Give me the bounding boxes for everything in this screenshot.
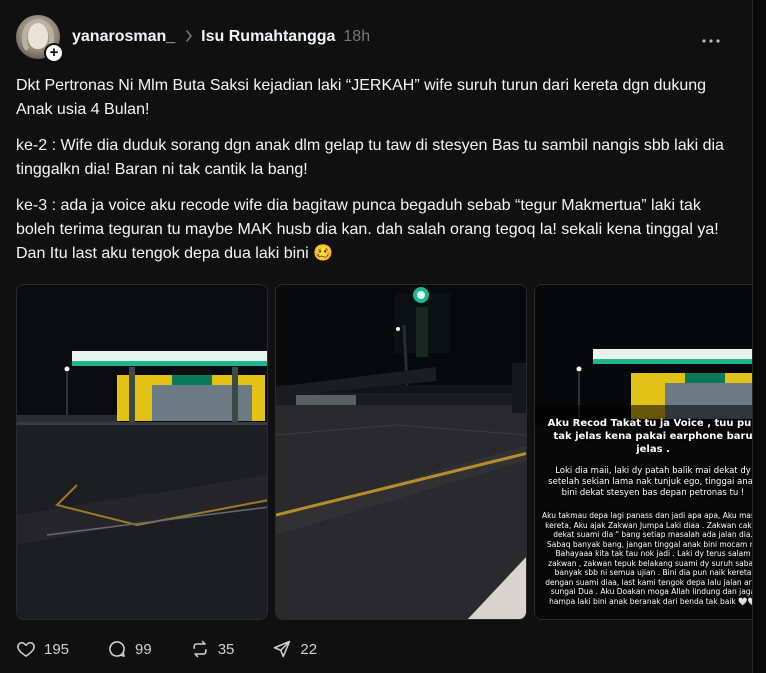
post-time: 18h xyxy=(343,28,371,45)
overlay-paragraph-2: Aku takmau depa lagi panass dan jadi apa… xyxy=(542,511,752,606)
post-header: + yanarosman_ Isu Rumahtangga 18h xyxy=(16,14,736,63)
comment-button[interactable]: 99 xyxy=(107,639,152,659)
like-count: 195 xyxy=(44,640,70,658)
overlay-heading: Aku Recod Takat tu ja Voice , tuu pun ta… xyxy=(547,418,752,455)
send-icon xyxy=(274,640,291,658)
like-button[interactable]: 195 xyxy=(16,639,69,659)
share-count: 22 xyxy=(300,640,318,658)
window-edge xyxy=(752,0,766,673)
repost-button[interactable]: 35 xyxy=(190,639,235,659)
share-button[interactable]: 22 xyxy=(272,639,317,659)
photo-road-dark[interactable] xyxy=(275,284,527,620)
photo-station-wide[interactable] xyxy=(16,284,268,620)
chevron-right-icon xyxy=(185,29,193,45)
post-body: Dkt Pertronas Ni Mlm Buta Saksi kejadian… xyxy=(16,74,736,278)
more-horizontal-icon[interactable] xyxy=(702,27,720,48)
comment-icon xyxy=(109,641,125,657)
follow-plus-icon[interactable]: + xyxy=(44,43,64,63)
post-paragraph: Dkt Pertronas Ni Mlm Buta Saksi kejadian… xyxy=(16,77,707,118)
community-name[interactable]: Isu Rumahtangga xyxy=(201,28,335,46)
repost-count: 35 xyxy=(217,640,235,658)
post-paragraph: ke-3 : ada ja voice aku recode wife dia … xyxy=(16,197,719,262)
repost-icon xyxy=(193,640,207,658)
photo-overlay-caption: Aku Recod Takat tu ja Voice , tuu pun ta… xyxy=(541,417,752,606)
avatar[interactable]: + xyxy=(16,15,64,63)
username[interactable]: yanarosman_ xyxy=(72,28,175,46)
heart-icon xyxy=(17,641,35,657)
avatar-face-shape xyxy=(28,23,48,49)
comment-count: 99 xyxy=(135,640,152,658)
overlay-paragraph-1: Loki dia maii, laki dy patah balik mai d… xyxy=(548,466,752,498)
media-carousel[interactable]: Aku Recod Takat tu ja Voice , tuu pun ta… xyxy=(16,284,752,621)
post-actions: 195 99 35 22 xyxy=(16,636,355,662)
thread-post: + yanarosman_ Isu Rumahtangga 18h Dkt Pe… xyxy=(0,0,752,673)
post-paragraph: ke-2 : Wife dia duduk sorang dgn anak dl… xyxy=(16,137,724,178)
photo-station-overlay[interactable]: Aku Recod Takat tu ja Voice , tuu pun ta… xyxy=(534,284,752,620)
